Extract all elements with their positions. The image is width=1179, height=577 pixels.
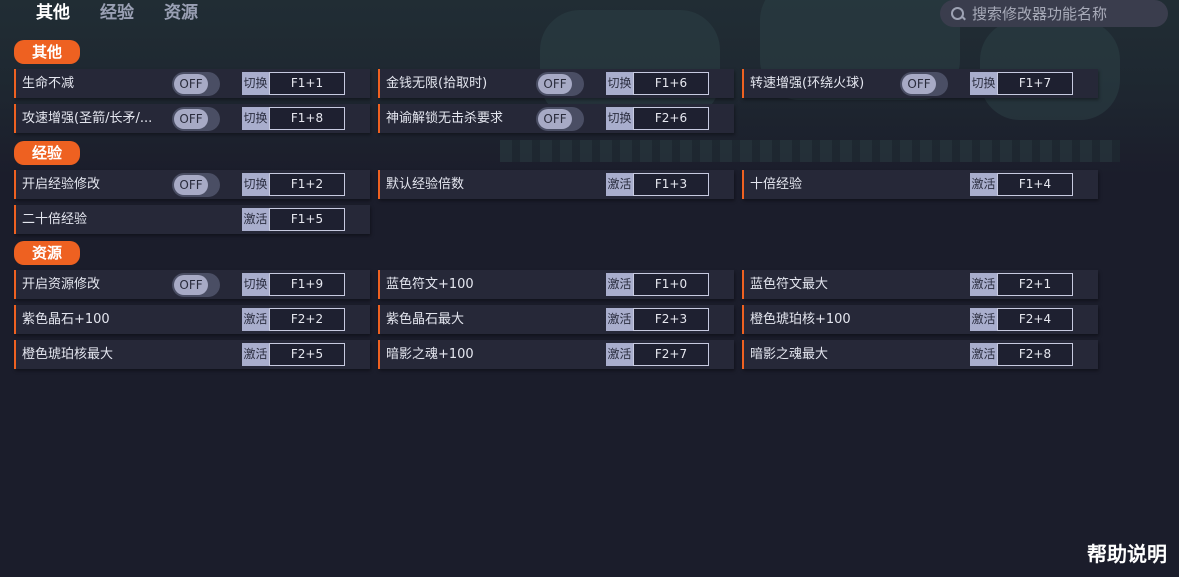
hotkey-field[interactable]: F2+5 — [269, 343, 345, 366]
cheat-label: 橙色琥珀核最大 — [22, 347, 114, 362]
hotkey-type-label: 激活 — [242, 308, 269, 331]
search-input[interactable] — [972, 4, 1162, 23]
cheat-label: 紫色晶石最大 — [386, 312, 465, 327]
toggle-switch[interactable]: OFF — [172, 107, 220, 131]
hotkey-type-label: 切换 — [242, 107, 269, 130]
search-box[interactable] — [940, 0, 1168, 27]
hotkey-field[interactable]: F1+0 — [633, 273, 709, 296]
cheat-label: 橙色琥珀核+100 — [750, 312, 851, 327]
hotkey-field[interactable]: F1+5 — [269, 208, 345, 231]
toggle-switch[interactable]: OFF — [536, 107, 584, 131]
cheat-row: 紫色晶石+100 激活 F2+2 — [14, 305, 370, 334]
cheat-row: 开启资源修改 OFF 切换 F1+9 — [14, 270, 370, 299]
cheat-label: 开启资源修改 — [22, 277, 101, 292]
section-badge-other: 其他 — [14, 40, 80, 64]
cheat-row: 神谕解锁无击杀要求 OFF 切换 F2+6 — [378, 104, 734, 133]
cheat-row: 二十倍经验 激活 F1+5 — [14, 205, 370, 234]
cheat-label: 转速增强(环绕火球) — [750, 76, 865, 91]
cheat-label: 紫色晶石+100 — [22, 312, 110, 327]
hotkey-type-label: 激活 — [970, 343, 997, 366]
hotkey-type-label: 切换 — [242, 173, 269, 196]
hotkey-field[interactable]: F2+7 — [633, 343, 709, 366]
hotkey-field[interactable]: F2+3 — [633, 308, 709, 331]
tab-experience[interactable]: 经验 — [100, 0, 134, 28]
cheat-label: 默认经验倍数 — [386, 177, 465, 192]
cheat-row: 蓝色符文+100 激活 F1+0 — [378, 270, 734, 299]
toggle-state: OFF — [174, 175, 208, 195]
hotkey-type-label: 激活 — [606, 343, 633, 366]
section-badge-experience: 经验 — [14, 141, 80, 165]
toggle-switch[interactable]: OFF — [536, 72, 584, 96]
hotkey-type-label: 切换 — [606, 72, 633, 95]
hotkey-field[interactable]: F1+7 — [997, 72, 1073, 95]
cheat-row: 蓝色符文最大 激活 F2+1 — [742, 270, 1098, 299]
cheat-row: 橙色琥珀核+100 激活 F2+4 — [742, 305, 1098, 334]
hotkey-type-label: 激活 — [606, 308, 633, 331]
cheat-row: 攻速增强(圣箭/长矛/... OFF 切换 F1+8 — [14, 104, 370, 133]
toggle-switch[interactable]: OFF — [172, 173, 220, 197]
hotkey-type-label: 切换 — [242, 72, 269, 95]
toggle-state: OFF — [174, 74, 208, 94]
toggle-switch[interactable]: OFF — [172, 273, 220, 297]
cheat-label: 蓝色符文+100 — [386, 277, 474, 292]
hotkey-type-label: 切换 — [606, 107, 633, 130]
hotkey-field[interactable]: F2+4 — [997, 308, 1073, 331]
hotkey-type-label: 切换 — [970, 72, 997, 95]
hotkey-type-label: 激活 — [606, 273, 633, 296]
cheat-label: 蓝色符文最大 — [750, 277, 829, 292]
toggle-state: OFF — [538, 109, 572, 129]
cheat-row: 金钱无限(拾取时) OFF 切换 F1+6 — [378, 69, 734, 98]
hotkey-type-label: 切换 — [242, 273, 269, 296]
toggle-switch[interactable]: OFF — [172, 72, 220, 96]
cheat-row: 转速增强(环绕火球) OFF 切换 F1+7 — [742, 69, 1098, 98]
cheat-label: 金钱无限(拾取时) — [386, 76, 488, 91]
section-badge-resources: 资源 — [14, 241, 80, 265]
hotkey-type-label: 激活 — [242, 208, 269, 231]
hotkey-type-label: 激活 — [970, 173, 997, 196]
cheat-row: 橙色琥珀核最大 激活 F2+5 — [14, 340, 370, 369]
search-icon — [950, 6, 966, 22]
cheat-row: 暗影之魂+100 激活 F2+7 — [378, 340, 734, 369]
cheat-label: 十倍经验 — [750, 177, 803, 192]
help-link[interactable]: 帮助说明 — [1087, 538, 1167, 567]
cheat-label: 二十倍经验 — [22, 212, 88, 227]
hotkey-field[interactable]: F1+1 — [269, 72, 345, 95]
cheat-label: 开启经验修改 — [22, 177, 101, 192]
toggle-state: OFF — [902, 74, 936, 94]
hotkey-type-label: 激活 — [970, 273, 997, 296]
category-tabs: 其他 经验 资源 — [36, 0, 198, 28]
toggle-state: OFF — [538, 74, 572, 94]
hotkey-field[interactable]: F1+4 — [997, 173, 1073, 196]
cheat-row: 生命不减 OFF 切换 F1+1 — [14, 69, 370, 98]
hotkey-field[interactable]: F2+6 — [633, 107, 709, 130]
toggle-state: OFF — [174, 109, 208, 129]
cheat-label: 神谕解锁无击杀要求 — [386, 111, 504, 126]
hotkey-type-label: 激活 — [970, 308, 997, 331]
cheat-row: 默认经验倍数 激活 F1+3 — [378, 170, 734, 199]
hotkey-type-label: 激活 — [606, 173, 633, 196]
cheat-label: 暗影之魂最大 — [750, 347, 829, 362]
toggle-switch[interactable]: OFF — [900, 72, 948, 96]
cheat-row: 暗影之魂最大 激活 F2+8 — [742, 340, 1098, 369]
cheat-label: 暗影之魂+100 — [386, 347, 474, 362]
cheat-row: 紫色晶石最大 激活 F2+3 — [378, 305, 734, 334]
tab-other[interactable]: 其他 — [36, 0, 70, 28]
cheat-row: 十倍经验 激活 F1+4 — [742, 170, 1098, 199]
hotkey-field[interactable]: F2+2 — [269, 308, 345, 331]
hotkey-field[interactable]: F2+1 — [997, 273, 1073, 296]
hotkey-type-label: 激活 — [242, 343, 269, 366]
hotkey-field[interactable]: F1+6 — [633, 72, 709, 95]
hotkey-field[interactable]: F1+8 — [269, 107, 345, 130]
cheat-row: 开启经验修改 OFF 切换 F1+2 — [14, 170, 370, 199]
toggle-state: OFF — [174, 275, 208, 295]
hotkey-field[interactable]: F2+8 — [997, 343, 1073, 366]
hotkey-field[interactable]: F1+9 — [269, 273, 345, 296]
tab-resources[interactable]: 资源 — [164, 0, 198, 28]
hotkey-field[interactable]: F1+2 — [269, 173, 345, 196]
hotkey-field[interactable]: F1+3 — [633, 173, 709, 196]
cheat-label: 生命不减 — [22, 76, 75, 91]
cheat-label: 攻速增强(圣箭/长矛/... — [22, 111, 153, 126]
